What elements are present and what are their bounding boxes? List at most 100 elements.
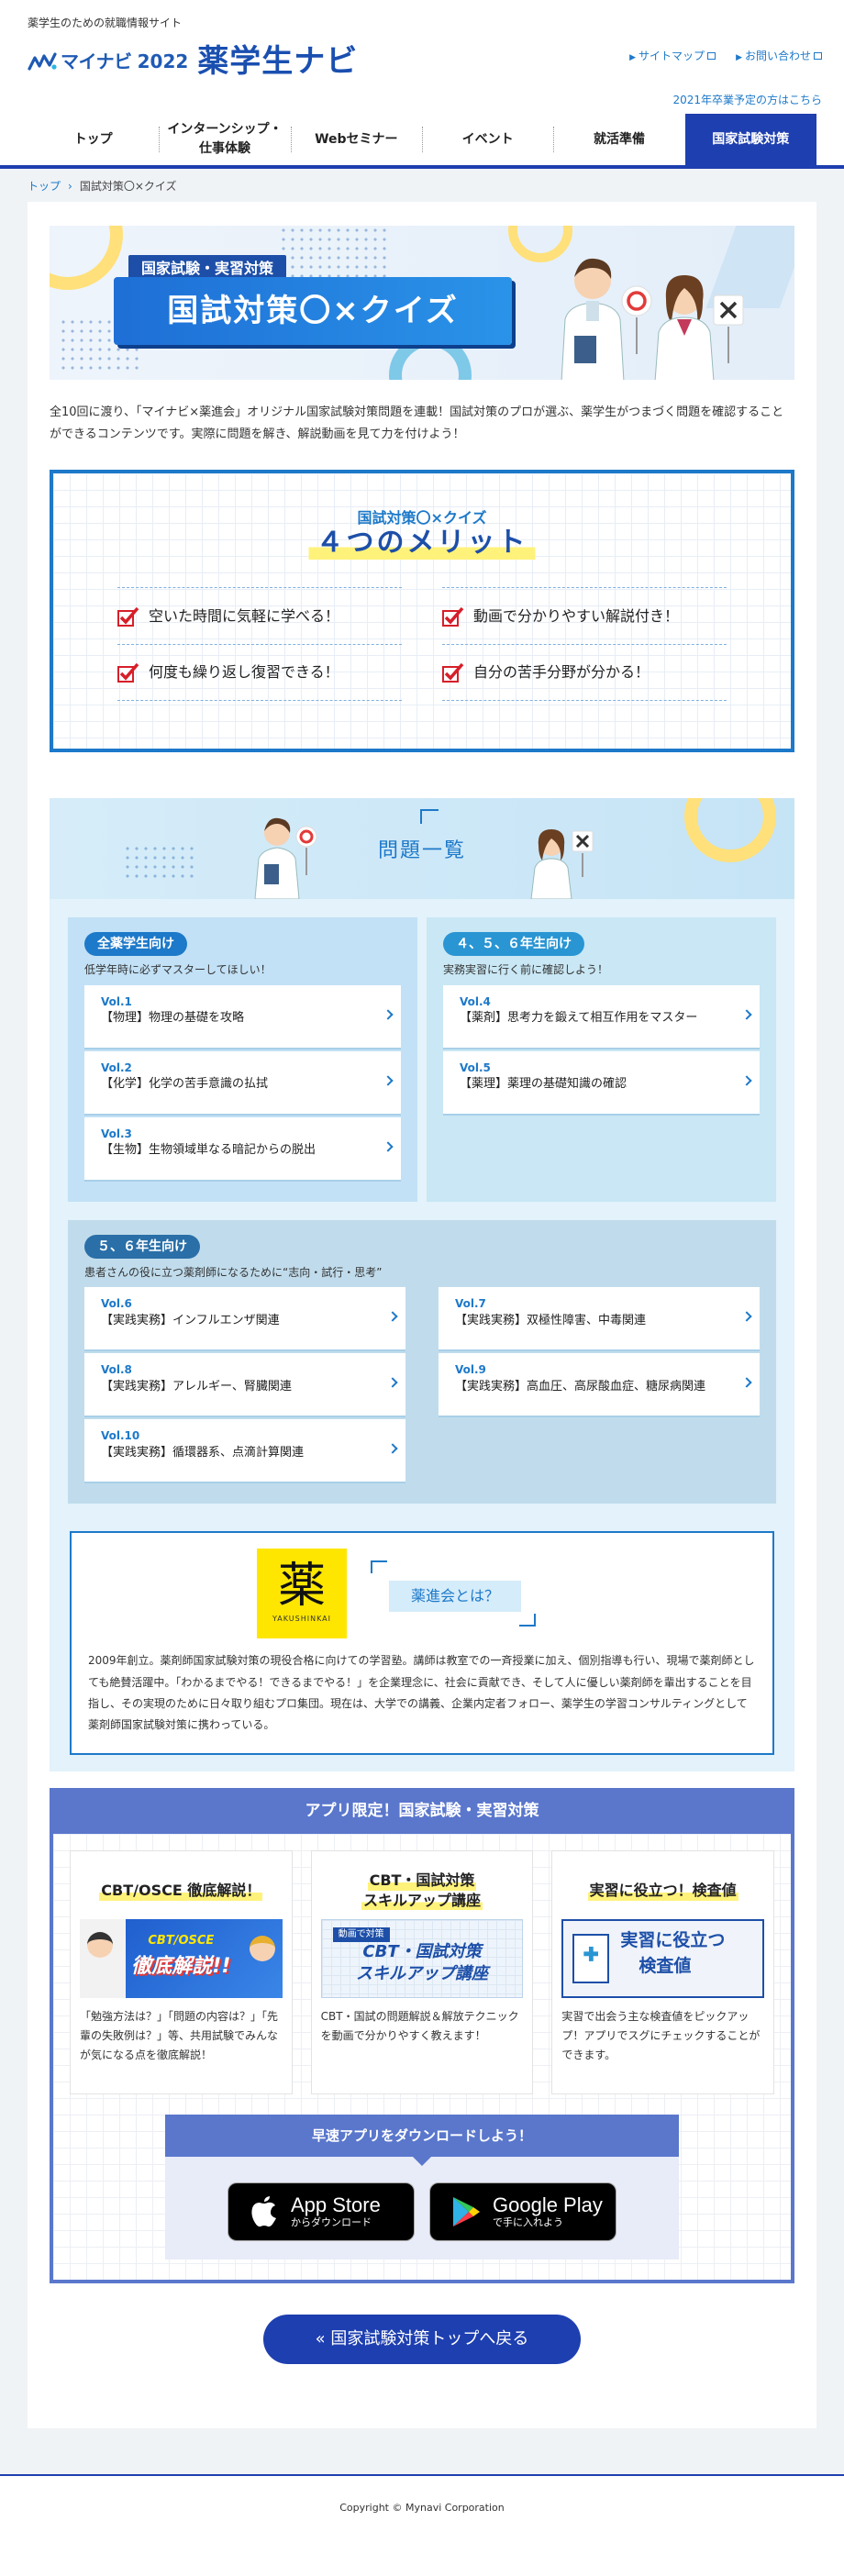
chevron-right-icon bbox=[383, 1141, 394, 1152]
merit-item: 動画で分かりやすい解説付き！ bbox=[442, 587, 727, 644]
question-card-vol4[interactable]: Vol.4 【薬剤】思考力を鍛えて相互作用をマスター bbox=[443, 984, 760, 1049]
yakushinkai-logo: 薬 YAKUSHINKAI bbox=[257, 1549, 347, 1639]
chevron-right-icon bbox=[387, 1311, 398, 1322]
merit-item: 何度も繰り返し復習できる！ bbox=[117, 644, 402, 702]
triangle-right-icon: ▶ bbox=[629, 53, 637, 62]
global-nav: トップ インターンシップ・仕事体験 Webセミナー イベント 就活準備 国家試験… bbox=[28, 114, 816, 165]
lab-values-banner: 実習に役立つ 検査値 bbox=[561, 1918, 765, 1998]
back-button-wrap: « 国家試験対策トップへ戻る bbox=[50, 2314, 794, 2364]
question-group-5-6-grade: ５、６年生向け 患者さんの役に立つ薬剤師になるために“志向・試行・思考” Vol… bbox=[68, 1219, 776, 1505]
about-yakushinkai: 薬 YAKUSHINKAI 薬進会とは？ 2009年創立。薬剤師国家試験対策の現… bbox=[70, 1531, 774, 1755]
question-card-vol1[interactable]: Vol.1 【物理】物理の基礎を攻略 bbox=[84, 984, 401, 1049]
app-download: 早速アプリをダウンロードしよう！ App Store からダウンロード Goog… bbox=[165, 2114, 679, 2260]
merit-title: ４つのメリット bbox=[308, 527, 536, 561]
hero-ring-decoration bbox=[50, 226, 123, 290]
back-to-exam-top-button[interactable]: « 国家試験対策トップへ戻る bbox=[263, 2314, 581, 2364]
merit-item: 自分の苦手分野が分かる！ bbox=[442, 644, 727, 702]
site-logo[interactable]: マイナビ 2022 薬学生ナビ bbox=[28, 37, 358, 86]
intro-text: 全10回に渡り、「マイナビ×薬進会」オリジナル国家試験対策問題を連載！国試対策の… bbox=[50, 405, 784, 442]
chevron-right-icon bbox=[741, 1009, 752, 1020]
contact-link[interactable]: ▶ お問い合わせ bbox=[736, 48, 822, 65]
question-list: Vol.1 【物理】物理の基礎を攻略 Vol.2 【化学】化学の苦手意識の払拭 Vo… bbox=[84, 984, 401, 1182]
chevron-right-icon bbox=[741, 1075, 752, 1086]
group-badge: ５、６年生向け bbox=[84, 1234, 200, 1260]
group-badge: ４、５、６年生向け bbox=[443, 932, 584, 957]
question-card-vol6[interactable]: Vol.6 【実践実務】インフルエンザ関連 bbox=[84, 1287, 405, 1352]
about-heading: 薬進会とは？ bbox=[389, 1581, 522, 1612]
app-download-heading: 早速アプリをダウンロードしよう！ bbox=[165, 2114, 679, 2166]
copyright: Copyright © Mynavi Corporation bbox=[339, 2501, 505, 2514]
feature-title-line2: スキルアップ講座 bbox=[361, 1890, 483, 1911]
app-promo-heading: アプリ限定！国家試験・実習対策 bbox=[53, 1791, 791, 1834]
graduate-2021-link[interactable]: 2021年卒業予定の方はこちら bbox=[672, 92, 822, 109]
app-store-button[interactable]: App Store からダウンロード bbox=[228, 2182, 415, 2241]
google-play-button[interactable]: Google Play で手に入れよう bbox=[429, 2182, 616, 2241]
mynavi-logo-icon bbox=[28, 52, 57, 71]
site-footer: Copyright © Mynavi Corporation bbox=[0, 2473, 844, 2576]
question-card-vol5[interactable]: Vol.5 【薬理】薬理の基礎知識の確認 bbox=[443, 1050, 760, 1116]
nav-event[interactable]: イベント bbox=[421, 114, 553, 165]
group-description: 低学年時に必ずマスターしてほしい！ bbox=[84, 963, 272, 977]
logo-brand: マイナビ bbox=[61, 50, 132, 73]
group-description: 患者さんの役に立つ薬剤師になるために“志向・試行・思考” bbox=[84, 1266, 383, 1280]
skillup-banner: 動画で対策 CBT・国試対策 スキルアップ講座 bbox=[320, 1918, 524, 1998]
bracket-decoration bbox=[420, 809, 439, 825]
question-group-4-6-grade: ４、５、６年生向け 実務実習に行く前に確認しよう！ Vol.4 【薬剤】思考力を鍛… bbox=[427, 917, 776, 1202]
logo-english: YAKUSHINKAI bbox=[272, 1614, 331, 1623]
chevron-right-icon bbox=[383, 1075, 394, 1086]
apple-icon bbox=[251, 2195, 276, 2226]
clipboard-icon bbox=[572, 1933, 610, 1983]
bracket-decoration bbox=[519, 1614, 536, 1627]
site-tagline: 薬学生のための就職情報サイト bbox=[28, 17, 183, 29]
breadcrumb-home[interactable]: トップ bbox=[28, 180, 61, 193]
question-card-vol8[interactable]: Vol.8 【実践実務】アレルギー、腎臓関連 bbox=[84, 1353, 405, 1418]
question-card-vol2[interactable]: Vol.2 【化学】化学の苦手意識の払拭 bbox=[84, 1050, 401, 1116]
question-list-title: 問題一覧 bbox=[377, 839, 466, 863]
nav-internship[interactable]: インターンシップ・仕事体験 bbox=[159, 114, 290, 165]
nav-preparation[interactable]: 就活準備 bbox=[553, 114, 684, 165]
feature-text: 「勉強方法は？」「問題の内容は？」「先輩の失敗例は？」等、共用試験でみんなが気に… bbox=[80, 2009, 279, 2061]
question-list: Vol.4 【薬剤】思考力を鍛えて相互作用をマスター Vol.5 【薬理】薬理の基礎… bbox=[443, 984, 760, 1116]
feature-title: CBT/OSCE 徹底解説！ bbox=[99, 1881, 263, 1901]
nav-underline bbox=[0, 165, 844, 169]
nav-webseminar[interactable]: Webセミナー bbox=[290, 114, 422, 165]
question-list-section: 問題一覧 全薬学生向け 低学年時に必ずマスターしてほしい！ Vol.1 【物理】物… bbox=[50, 798, 794, 1771]
app-feature-list: CBT/OSCE 徹底解説！ CBT/OSCE 徹底解説!! 「勉強方法は？」「… bbox=[70, 1849, 775, 2094]
group-description: 実務実習に行く前に確認しよう！ bbox=[443, 963, 609, 977]
hero-illustration-icon bbox=[561, 258, 744, 380]
checkbox-checked-icon bbox=[442, 606, 464, 627]
question-card-vol7[interactable]: Vol.7 【実践実務】双極性障害、中毒関連 bbox=[439, 1287, 760, 1352]
feature-text: CBT・国試の問題解説＆解放テクニックを動画で分かりやすく教えます！ bbox=[320, 2009, 519, 2042]
chevron-right-icon bbox=[741, 1377, 752, 1388]
main-content: 国家試験・実習対策 国試対策〇×クイズ 全10回に渡り、「マイナビ×薬進会」オリ… bbox=[28, 202, 816, 2428]
header-links: ▶ サイトマップ ▶ お問い合わせ bbox=[629, 48, 822, 65]
about-heading-box: 薬進会とは？ bbox=[371, 1557, 536, 1630]
nav-national-exam[interactable]: 国家試験対策 bbox=[684, 114, 816, 165]
hero-banner: 国家試験・実習対策 国試対策〇×クイズ bbox=[50, 226, 794, 380]
sitemap-link[interactable]: ▶ サイトマップ bbox=[629, 48, 716, 65]
chevron-right-icon bbox=[383, 1009, 394, 1020]
checkbox-checked-icon bbox=[117, 662, 139, 683]
question-group-all-students: 全薬学生向け 低学年時に必ずマスターしてほしい！ Vol.1 【物理】物理の基礎を… bbox=[68, 917, 417, 1202]
question-card-vol3[interactable]: Vol.3 【生物】生物領域単なる暗記からの脱出 bbox=[84, 1116, 401, 1182]
external-link-icon bbox=[707, 52, 716, 60]
question-columns: Vol.6 【実践実務】インフルエンザ関連 Vol.8 【実践実務】アレルギー、腎臓… bbox=[84, 1287, 760, 1484]
chevron-right-icon bbox=[741, 1311, 752, 1322]
nav-top[interactable]: トップ bbox=[28, 114, 159, 165]
group-badge: 全薬学生向け bbox=[84, 932, 187, 957]
feature-text: 実習で出会う主な検査値をピックアップ！アプリでスグにチェックすることができます。 bbox=[561, 2009, 761, 2061]
merit-item: 空いた時間に気軽に学べる！ bbox=[117, 587, 402, 644]
hero-title: 国試対策〇×クイズ bbox=[114, 277, 512, 345]
app-feature-skillup: CBT・国試対策 スキルアップ講座 動画で対策 CBT・国試対策 スキルアップ講… bbox=[310, 1849, 534, 2094]
logo-kanji: 薬 bbox=[277, 1558, 326, 1614]
question-row-lower: ５、６年生向け 患者さんの役に立つ薬剤師になるために“志向・試行・思考” Vol… bbox=[50, 1202, 794, 1505]
about-header: 薬 YAKUSHINKAI 薬進会とは？ bbox=[88, 1546, 756, 1641]
logo-site-name: 薬学生ナビ bbox=[197, 43, 359, 80]
question-card-vol9[interactable]: Vol.9 【実践実務】高血圧、高尿酸血症、糖尿病関連 bbox=[439, 1353, 760, 1418]
question-card-vol10[interactable]: Vol.10 【実践実務】循環器系、点滴計算関連 bbox=[84, 1419, 405, 1484]
logo-year: 2022 bbox=[137, 50, 189, 73]
chevron-right-icon: › bbox=[68, 180, 72, 193]
about-text: 2009年創立。薬剤師国家試験対策の現役合格に向けての学習塾。講師は教室での一斉… bbox=[88, 1654, 755, 1732]
external-link-icon bbox=[814, 52, 822, 60]
question-row-upper: 全薬学生向け 低学年時に必ずマスターしてほしい！ Vol.1 【物理】物理の基礎を… bbox=[50, 899, 794, 1202]
